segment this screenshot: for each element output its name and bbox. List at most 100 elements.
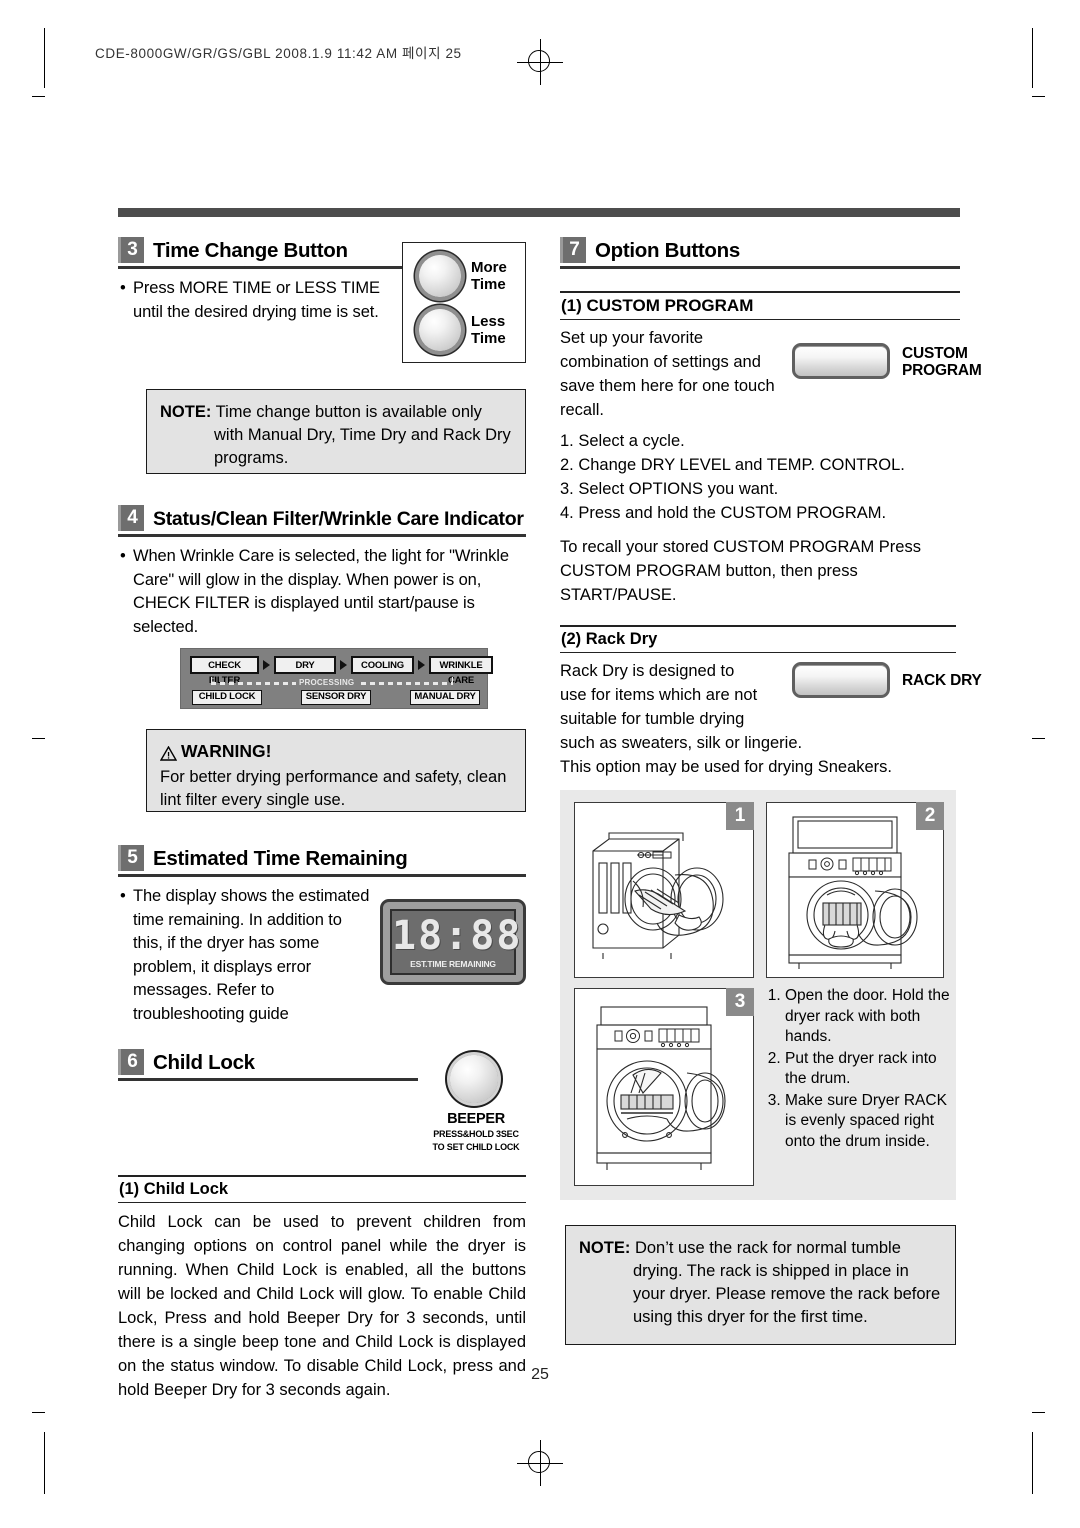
panel-number-1: 1 (726, 802, 754, 830)
warning-title: WARNING! (181, 741, 272, 761)
warning-title-row: WARNING! (159, 740, 512, 763)
custom-program-button[interactable] (792, 343, 890, 379)
processing-bracket-right (452, 677, 453, 685)
lcd-screen: 18:88 EST.TIME REMAINING (390, 909, 520, 975)
processing-dash-left (211, 682, 296, 685)
more-time-knob[interactable] (419, 255, 461, 297)
more-time-label: More Time (471, 259, 507, 293)
status-top-row: CHECK FILTER DRY COOLING WRINKLE CARE (190, 656, 493, 686)
left-column: 3 Time Change Button Press MORE TIME or … (118, 237, 526, 1399)
custom-program-step-1: 1. Select a cycle. (560, 432, 685, 450)
rack-dry-button-art: RACK DRY (792, 662, 982, 708)
custom-program-step-3: 3. Select OPTIONS you want. (560, 480, 779, 498)
section-rule-5 (118, 874, 526, 877)
rack-dry-illustration-block: 1 2 3 1. Open the door. Hold the dryer r… (560, 790, 956, 1200)
manual-page: CDE-8000GW/GR/GS/GBL 2008.1.9 11:42 AM 페… (0, 0, 1080, 1528)
tick-left-mid (32, 738, 45, 739)
child-lock-rule-bottom (118, 1201, 526, 1204)
estimated-time-display-art: 18:88 EST.TIME REMAINING (380, 899, 526, 985)
rack-dry-steps: Open the door. Hold the dryer rack with … (766, 986, 952, 1153)
header-rule (118, 208, 960, 217)
status-cell-dry: DRY (274, 656, 336, 674)
processing-label: PROCESSING (299, 678, 355, 687)
lcd-caption: EST.TIME REMAINING (410, 959, 496, 969)
time-change-button-art: More Time Less Time (402, 242, 526, 363)
beeper-label: BEEPER (447, 1111, 505, 1127)
section-title-4: Status/Clean Filter/Wrinkle Care Indicat… (153, 508, 524, 530)
custom-program-step-2: 2. Change DRY LEVEL and TEMP. CONTROL. (560, 456, 905, 474)
custom-program-sub-title: (1) CUSTOM PROGRAM (561, 295, 754, 315)
warning-triangle-icon (159, 744, 178, 761)
rack-dry-step-3: Make sure Dryer RACK is evenly spaced ri… (785, 1091, 952, 1153)
status-cell-wrinkle-care: WRINKLE CARE (429, 656, 493, 686)
section-option-buttons: 7 Option Buttons (560, 237, 960, 269)
section3-bullet: Press MORE TIME or LESS TIME until the d… (118, 277, 401, 324)
registration-mark-top (517, 39, 563, 85)
less-time-label: Less Time (471, 313, 506, 347)
custom-program-rule-bottom (560, 318, 960, 321)
note-box-rack-dry: NOTE: Don’t use the rack for normal tumb… (565, 1225, 956, 1345)
warning-text: For better drying performance and safety… (160, 768, 507, 809)
note-text: Time change button is available only wit… (214, 403, 511, 467)
section-title-7: Option Buttons (595, 239, 740, 262)
tick-right-lower (1032, 1412, 1045, 1413)
beeper-sub-line1: PRESS&HOLD 3SEC (433, 1129, 519, 1139)
right-column: 7 Option Buttons (1) CUSTOM PROGRAM Set … (560, 237, 982, 1345)
section-rule-4 (118, 534, 526, 537)
crop-mark-bottom-left-vertical (44, 1432, 45, 1494)
section-number-5: 5 (118, 845, 144, 871)
custom-program-button-art: CUSTOM PROGRAM (792, 341, 982, 389)
status-cell-cooling: COOLING (351, 656, 414, 674)
section-status-indicator: 4 Status/Clean Filter/Wrinkle Care Indic… (118, 505, 526, 639)
section-number-6: 6 (118, 1049, 144, 1075)
section-title-3: Time Change Button (153, 239, 348, 262)
section-number-3: 3 (118, 237, 144, 263)
rack-note-label: NOTE: (579, 1239, 631, 1257)
section4-bullet: When Wrinkle Care is selected, the light… (118, 545, 527, 639)
section5-bullet: The display shows the estimated time rem… (118, 885, 375, 1026)
custom-program-intro: Set up your favorite combination of sett… (560, 329, 775, 420)
print-slug: CDE-8000GW/GR/GS/GBL 2008.1.9 11:42 AM 페… (95, 46, 462, 61)
section-number-7: 7 (560, 237, 586, 263)
section-rule-6 (118, 1078, 418, 1081)
custom-program-button-label: CUSTOM PROGRAM (902, 345, 982, 379)
beeper-knob[interactable] (450, 1055, 498, 1103)
rack-dry-button[interactable] (792, 662, 890, 698)
rack-note-text: Don’t use the rack for normal tumble dry… (633, 1239, 941, 1326)
status-cell-manual-dry: MANUAL DRY (410, 690, 480, 705)
rack-illustration-panel-3 (574, 988, 754, 1186)
crop-mark-top-left-vertical (44, 28, 45, 88)
section-number-4: 4 (118, 505, 144, 531)
dryer-front-rack-seated-drawing (596, 1006, 726, 1170)
custom-program-step-4: 4. Press and hold the CUSTOM PROGRAM. (560, 504, 887, 522)
rack-dry-text-line-5: This option may be used for drying Sneak… (560, 758, 893, 777)
tick-left-lower (32, 1412, 45, 1413)
processing-bracket-left (211, 677, 212, 685)
crop-mark-top-right-vertical (1032, 28, 1033, 88)
less-time-knob[interactable] (419, 309, 461, 351)
section-child-lock: 6 Child Lock (118, 1049, 418, 1081)
note-box-time-change: NOTE: Time change button is available on… (146, 389, 526, 474)
section-title-6: Child Lock (153, 1051, 255, 1074)
status-cell-check-filter: CHECK FILTER (190, 656, 259, 686)
custom-program-recall: To recall your stored CUSTOM PROGRAM Pre… (560, 538, 921, 604)
chevron-right-icon (418, 660, 425, 670)
rack-dry-text-line-2: use for items which are not (560, 686, 758, 705)
status-cell-sensor-dry: SENSOR DRY (301, 690, 371, 705)
beeper-sub-line2: TO SET CHILD LOCK (432, 1142, 520, 1152)
custom-program-steps: 1. Select a cycle. 2. Change DRY LEVEL a… (560, 429, 960, 525)
beeper-knob-art: BEEPER PRESS&HOLD 3SEC TO SET CHILD LOCK (426, 1049, 526, 1167)
section-title-5: Estimated Time Remaining (153, 847, 408, 870)
note-label: NOTE: (160, 403, 212, 421)
warning-box-lint-filter: WARNING! For better drying performance a… (146, 729, 526, 812)
panel-number-3: 3 (726, 988, 754, 1016)
child-lock-sub-title: (1) Child Lock (119, 1179, 229, 1198)
page-number: 25 (531, 1366, 549, 1383)
rack-dry-button-label: RACK DRY (902, 672, 982, 689)
section-time-change-button: 3 Time Change Button Press MORE TIME or … (118, 237, 408, 324)
tick-right-mid (1032, 738, 1045, 739)
rack-dry-text-line-1: Rack Dry is designed to (560, 662, 735, 681)
rack-dry-rule-bottom (560, 651, 956, 654)
chevron-right-icon (340, 660, 347, 670)
registration-mark-bottom (517, 1440, 563, 1486)
